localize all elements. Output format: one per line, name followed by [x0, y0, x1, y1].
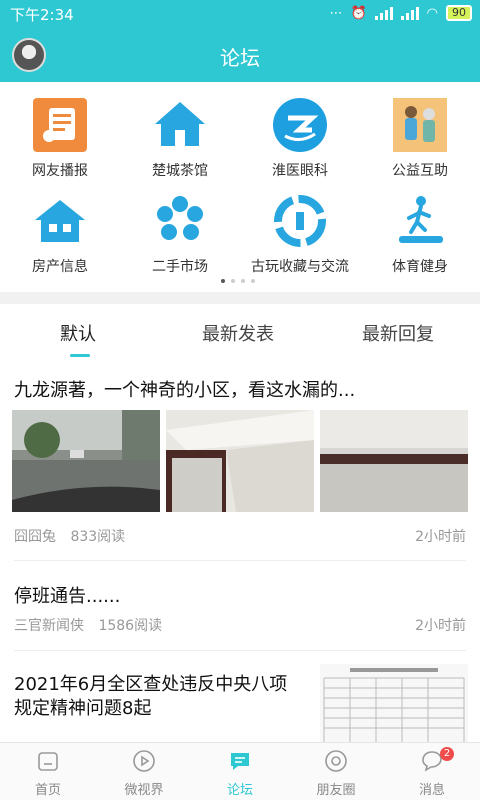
bottom-nav: 首页 微视界 论坛 朋友圈 2 消息 [0, 742, 480, 800]
post-image[interactable] [320, 664, 468, 742]
post-title[interactable]: 停班通告...... [14, 582, 120, 608]
tab-newest-replies[interactable]: 最新回复 [362, 320, 434, 346]
nav-forum[interactable]: 论坛 [192, 743, 288, 800]
grid-item-antiques[interactable]: 古玩收藏与交流 [240, 178, 360, 275]
nav-label: 论坛 [226, 783, 253, 798]
nav-messages[interactable]: 2 消息 [384, 743, 480, 800]
market-icon [151, 192, 209, 250]
status-indicators: ⋯ ⏰ ◠ 90 [329, 5, 472, 21]
page-title: 论坛 [220, 46, 260, 70]
wifi-icon: ◠ [426, 5, 438, 21]
category-grid: 网友播报 楚城茶馆 淮医眼科 公益互助 房产信息 二手市场 古玩收藏与交流 体育… [0, 82, 480, 292]
post-image[interactable] [320, 410, 468, 512]
tab-newest-posts[interactable]: 最新发表 [202, 320, 274, 346]
grid-item-fitness[interactable]: 体育健身 [360, 178, 480, 275]
grid-item-real-estate[interactable]: 房产信息 [0, 178, 120, 275]
charity-icon [391, 96, 449, 154]
eye-clinic-icon [271, 96, 329, 154]
grid-item-label: 公益互助 [392, 163, 448, 179]
post-time: 2小时前 [415, 618, 466, 634]
post-author: 囧囧兔 [14, 529, 56, 545]
friends-icon [325, 750, 347, 772]
grid-item-label: 体育健身 [392, 259, 448, 275]
grid-item-label: 二手市场 [152, 259, 208, 275]
grid-item-charity[interactable]: 公益互助 [360, 82, 480, 179]
post-divider [14, 560, 466, 561]
grid-item-label: 房产信息 [32, 259, 88, 275]
antique-icon [271, 192, 329, 250]
more-icon: ⋯ [329, 5, 343, 21]
signal-icon [374, 6, 393, 20]
post-meta: 囧囧兔 833阅读 [14, 526, 125, 546]
post-reads: 833阅读 [70, 529, 126, 545]
nav-friends[interactable]: 朋友圈 [288, 743, 384, 800]
grid-item-eye-clinic[interactable]: 淮医眼科 [240, 82, 360, 179]
post-title[interactable]: 九龙源著，一个神奇的小区，看这水漏的... [14, 376, 355, 402]
status-bar: 下午2:34 ⋯ ⏰ ◠ 90 [0, 0, 480, 28]
battery-indicator: 90 [446, 5, 472, 21]
real-estate-icon [31, 192, 89, 250]
grid-item-label: 楚城茶馆 [152, 163, 208, 179]
tab-active-indicator [70, 354, 90, 357]
post-image[interactable] [166, 410, 314, 512]
grid-item-netizen-report[interactable]: 网友播报 [0, 82, 120, 179]
forum-icon [231, 753, 249, 770]
post-divider [14, 650, 466, 651]
nav-label: 朋友圈 [316, 783, 356, 798]
post-meta: 三官新闻侠 1586阅读 [14, 615, 162, 635]
broadcast-icon [31, 96, 89, 154]
grid-item-label: 淮医眼科 [272, 163, 328, 179]
grid-item-label: 古玩收藏与交流 [251, 259, 349, 275]
status-time: 下午2:34 [10, 6, 74, 24]
tab-default[interactable]: 默认 [60, 320, 96, 346]
post-title-line1[interactable]: 2021年6月全区查处违反中央八项 [14, 670, 287, 696]
video-icon [133, 750, 155, 772]
house-icon [151, 96, 209, 154]
top-bar: 下午2:34 ⋯ ⏰ ◠ 90 论坛 [0, 0, 480, 82]
post-image[interactable] [12, 410, 160, 512]
grid-item-secondhand[interactable]: 二手市场 [120, 178, 240, 275]
signal-icon-2 [400, 6, 419, 20]
tab-bar: 默认 最新发表 最新回复 [0, 304, 480, 358]
nav-label: 首页 [34, 783, 61, 798]
nav-label: 微视界 [124, 783, 164, 798]
grid-item-teahouse[interactable]: 楚城茶馆 [120, 82, 240, 179]
nav-home[interactable]: 首页 [0, 743, 96, 800]
post-author: 三官新闻侠 [14, 618, 84, 634]
alarm-icon: ⏰ [350, 5, 367, 21]
post-reads: 1586阅读 [98, 618, 163, 634]
fitness-icon [391, 192, 449, 250]
post-time: 2小时前 [415, 529, 466, 545]
post-title-line2[interactable]: 规定精神问题8起 [14, 694, 151, 720]
section-divider [0, 292, 480, 304]
grid-item-label: 网友播报 [32, 163, 88, 179]
nav-video[interactable]: 微视界 [96, 743, 192, 800]
page-indicator [221, 279, 255, 283]
nav-label: 消息 [418, 783, 445, 798]
message-badge: 2 [440, 747, 454, 761]
home-icon [38, 752, 58, 771]
